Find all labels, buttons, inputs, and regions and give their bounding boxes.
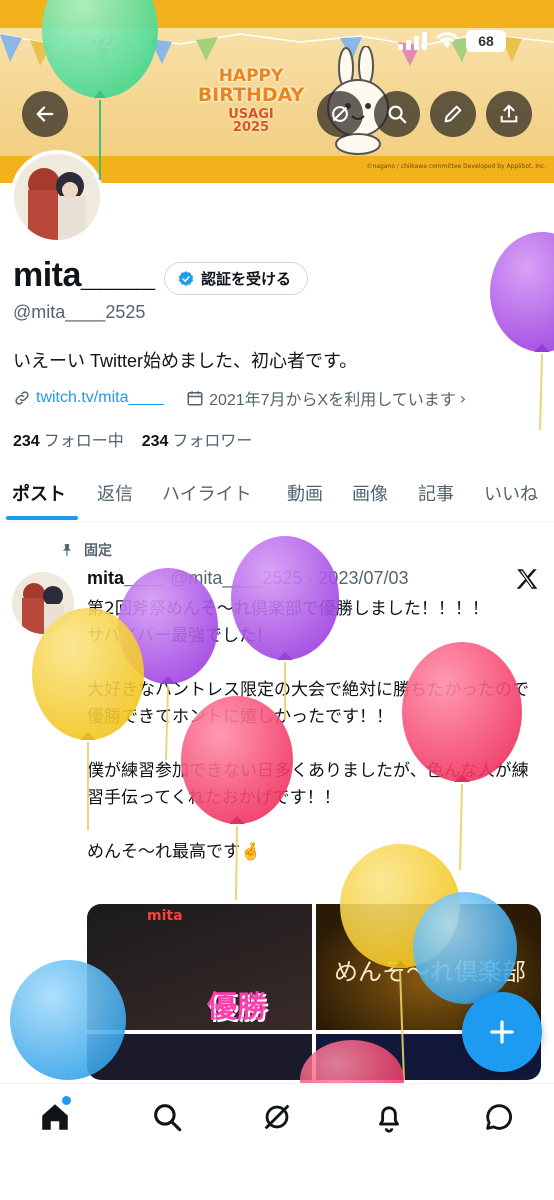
bell-icon: [379, 1106, 399, 1133]
profile-joined-date: 2021年7月からXを利用しています: [209, 392, 456, 409]
followers-link[interactable]: 234 フォロワー: [142, 433, 253, 450]
post-text: 第2回斧祭めんそ〜れ倶楽部で優勝しました！！！！ サバイバー最強でした！ 大好き…: [87, 599, 529, 862]
media-image-1[interactable]: mita 優勝: [87, 904, 312, 1030]
search-icon: [388, 105, 407, 124]
pin-icon: [62, 544, 72, 556]
get-verified-label: 認証を受ける: [201, 270, 292, 288]
tab-likes[interactable]: いいね: [484, 480, 538, 506]
post-meta: @mita____2525 · 2023/07/03: [170, 568, 409, 588]
post-header: mita____ @mita____2525 · 2023/07/03: [87, 568, 409, 589]
edit-profile-button[interactable]: [430, 91, 476, 137]
circle-slash-icon: [332, 106, 348, 122]
back-arrow-icon: [36, 106, 54, 122]
cellular-signal-icon: [398, 32, 427, 50]
active-tab-indicator: [6, 516, 78, 520]
wifi-icon: [435, 32, 459, 48]
media-image-3[interactable]: [87, 1034, 312, 1080]
tab-photos[interactable]: 画像: [352, 480, 388, 506]
post-author-name[interactable]: mita____: [87, 568, 164, 588]
following-link[interactable]: 234 フォロー中: [13, 433, 124, 450]
battery-indicator: 68: [466, 30, 506, 52]
profile-handle: @mita____2525: [13, 302, 146, 322]
profile-avatar[interactable]: [10, 150, 104, 244]
x-logo-icon[interactable]: [514, 566, 540, 592]
share-icon: [500, 104, 518, 123]
avatar-illustration: [14, 154, 100, 240]
profile-bio: いえーい Twitter始めました、初心者です。: [13, 351, 358, 371]
followers-count: 234: [141, 433, 169, 450]
get-verified-button[interactable]: 認証を受ける: [164, 262, 309, 295]
messages-icon: [486, 1104, 512, 1130]
nav-search[interactable]: [150, 1100, 184, 1134]
tab-replies[interactable]: 返信: [97, 480, 133, 506]
compose-post-button[interactable]: [462, 992, 542, 1072]
home-notification-dot: [62, 1096, 71, 1105]
nav-notifications[interactable]: [372, 1100, 406, 1134]
follow-stats: 234 フォロー中 234 フォロワー: [13, 427, 252, 451]
tab-articles[interactable]: 記事: [418, 480, 454, 506]
chevron-right-icon[interactable]: ›: [460, 389, 466, 408]
nav-grok[interactable]: [260, 1100, 294, 1134]
grok-button[interactable]: [317, 91, 363, 137]
search-profile-button[interactable]: [374, 91, 420, 137]
tab-highlights[interactable]: ハイライト: [162, 480, 252, 506]
grok-icon: [264, 1104, 290, 1130]
bell-off-icon: [127, 34, 143, 51]
media-victory-text: 優勝: [207, 990, 267, 1025]
banner-line-year: 2025: [232, 120, 270, 135]
media-club-title: めんそ〜れ倶楽部: [334, 958, 526, 986]
following-label: フォロー中: [43, 433, 124, 450]
back-button[interactable]: [22, 91, 68, 137]
nav-home[interactable]: [38, 1100, 72, 1134]
tab-posts[interactable]: ポスト: [12, 480, 66, 506]
banner-copyright: ©nagano / chiikawa committee Developed b…: [366, 163, 546, 170]
pinned-label: 固定: [84, 543, 112, 559]
share-button[interactable]: [486, 91, 532, 137]
link-icon: [15, 391, 29, 405]
search-icon: [154, 1104, 182, 1132]
profile-website-link[interactable]: twitch.tv/mita____: [36, 389, 164, 407]
bottom-navigation: [0, 1083, 554, 1200]
plus-icon: [490, 1020, 514, 1044]
display-name: mita____: [13, 256, 155, 294]
media-tag-mita: mita: [147, 908, 183, 924]
profile-tabs: ポスト 返信 ハイライト 動画 画像 記事 いいね: [0, 468, 554, 522]
verified-badge-icon: [178, 270, 194, 286]
post-author-avatar[interactable]: [12, 572, 74, 634]
tab-videos[interactable]: 動画: [287, 480, 323, 506]
calendar-icon: [187, 391, 203, 406]
balloon-purple-right: [490, 232, 554, 431]
nav-messages[interactable]: [482, 1100, 516, 1134]
status-time: 10:52: [56, 28, 113, 53]
pencil-icon: [444, 105, 462, 123]
status-bar: 10:52 68: [0, 0, 554, 80]
profile-meta: twitch.tv/mita____ 2021年7月からXを利用しています ›: [13, 386, 466, 410]
post-avatar-illustration: [12, 572, 74, 634]
pinned-indicator: 固定: [60, 540, 112, 560]
home-icon: [42, 1104, 68, 1130]
banner-line-birthday: BIRTHDAY: [197, 84, 305, 106]
followers-label: フォロワー: [172, 433, 253, 450]
following-count: 234: [13, 433, 40, 450]
